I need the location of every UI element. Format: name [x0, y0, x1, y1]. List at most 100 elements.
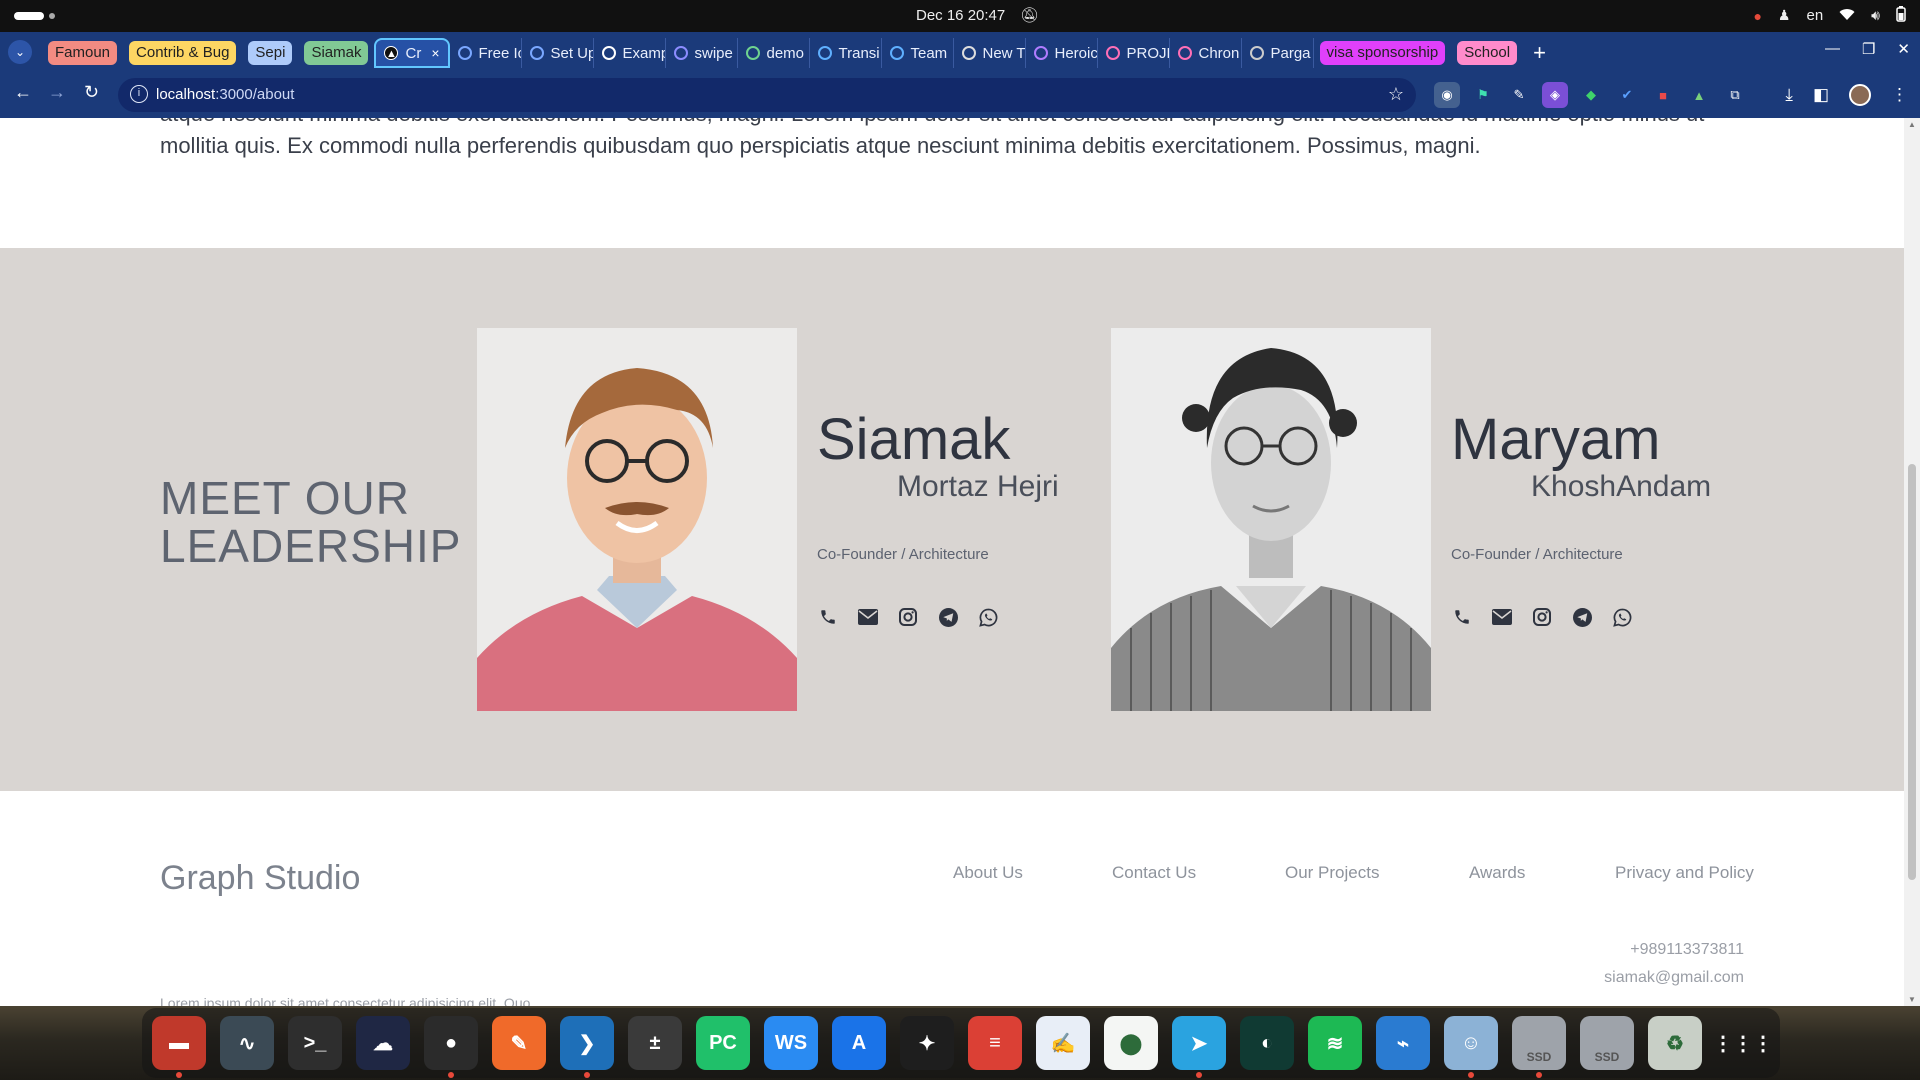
app-grid-icon[interactable]: ⋮⋮⋮ — [1713, 1016, 1773, 1070]
back-button[interactable]: ← — [14, 82, 32, 103]
footer-link-projects[interactable]: Our Projects — [1285, 863, 1379, 883]
footer-link-awards[interactable]: Awards — [1469, 863, 1525, 883]
scrollbar-thumb[interactable] — [1908, 464, 1916, 880]
pycharm-icon[interactable]: PC — [696, 1016, 750, 1070]
whatsapp-icon[interactable] — [1611, 606, 1633, 628]
footer-phone[interactable]: +989113373811 — [1630, 941, 1744, 959]
system-tray[interactable]: ● ♟ en 🔊︎ — [1753, 6, 1906, 25]
app-store-icon[interactable]: A — [832, 1016, 886, 1070]
chrome-menu-icon[interactable]: ⋮ — [1891, 85, 1908, 105]
footer-link-contact[interactable]: Contact Us — [1112, 863, 1196, 883]
maximize-button[interactable]: ❐ — [1862, 40, 1875, 58]
browser-tab[interactable]: Parga — [1242, 38, 1314, 68]
keyboard-language[interactable]: en — [1806, 7, 1823, 24]
tab-group-end-1[interactable]: School — [1457, 41, 1518, 65]
telegram-icon[interactable] — [937, 606, 959, 628]
browser-tab[interactable]: Heroic — [1026, 38, 1098, 68]
close-tab-icon[interactable]: × — [431, 45, 439, 61]
telegram-icon[interactable] — [1571, 606, 1593, 628]
system-clock[interactable]: Dec 16 20:47 — [916, 7, 1005, 24]
scroll-down-arrow[interactable]: ▼ — [1908, 995, 1916, 1004]
phone-icon[interactable] — [817, 606, 839, 628]
tab-group-0[interactable]: Famoun — [48, 41, 118, 65]
instagram-icon[interactable] — [897, 606, 919, 628]
telegram-icon[interactable]: ➤ — [1172, 1016, 1226, 1078]
shield-extension-icon[interactable]: ◈ — [1542, 82, 1568, 108]
monitor-app-icon[interactable]: ⌁ — [1376, 1016, 1430, 1070]
calculator-icon[interactable]: ± — [628, 1016, 682, 1070]
tab-group-end-0[interactable]: visa sponsorship — [1319, 41, 1446, 65]
footer-email[interactable]: siamak@gmail.com — [1604, 969, 1744, 987]
side-panel-icon[interactable]: ◧ — [1813, 85, 1829, 105]
address-bar[interactable]: i localhost:3000/about ☆ — [118, 78, 1416, 112]
instagram-icon[interactable] — [1531, 606, 1553, 628]
browser-tab[interactable]: swipe — [666, 38, 738, 68]
tab-group-2[interactable]: Sepi — [248, 41, 293, 65]
whatsapp-icon[interactable] — [977, 606, 999, 628]
footer-brand[interactable]: Graph Studio — [160, 859, 360, 898]
todoist-icon[interactable]: ≡ — [968, 1016, 1022, 1070]
text-editor-icon[interactable]: ✍ — [1036, 1016, 1090, 1070]
scroll-up-arrow[interactable]: ▲ — [1908, 120, 1916, 129]
anime-app-icon[interactable]: ☺ — [1444, 1016, 1498, 1078]
mongodb-icon[interactable]: ⬤ — [1104, 1016, 1158, 1070]
bookmark-star-icon[interactable]: ☆ — [1388, 84, 1404, 105]
page-scrollbar[interactable]: ▲ ▼ — [1904, 118, 1920, 1006]
footer-link-privacy[interactable]: Privacy and Policy — [1615, 863, 1754, 883]
browser-tab[interactable]: New T — [954, 38, 1026, 68]
activities-button[interactable] — [14, 12, 44, 20]
figma-icon[interactable]: ✦ — [900, 1016, 954, 1070]
tray-app-icon[interactable]: ♟ — [1778, 7, 1791, 24]
browser-tab[interactable]: Set Up — [522, 38, 594, 68]
eyedropper-extension-icon[interactable]: ✎ — [1506, 82, 1532, 108]
browser-tab[interactable]: Chron — [1170, 38, 1242, 68]
vscode-icon[interactable]: ❯ — [560, 1016, 614, 1078]
forward-button[interactable]: → — [48, 82, 66, 103]
browser-tab[interactable]: Free Ic — [450, 38, 522, 68]
chrome-icon[interactable]: ● — [424, 1016, 478, 1078]
volume-icon[interactable]: 🔊︎ — [1871, 7, 1880, 24]
email-icon[interactable] — [857, 606, 879, 628]
files-icon[interactable]: ▬ — [152, 1016, 206, 1078]
cloud-app-icon[interactable]: ☁ — [356, 1016, 410, 1070]
system-monitor-icon[interactable]: ∿ — [220, 1016, 274, 1070]
new-tab-button[interactable]: + — [1533, 40, 1546, 66]
browser-tab[interactable]: Team — [882, 38, 954, 68]
profile-avatar[interactable] — [1849, 84, 1871, 106]
paint-app-icon[interactable]: ✎ — [492, 1016, 546, 1070]
url-text[interactable]: localhost:3000/about — [156, 86, 294, 103]
ssd-drive-1-icon[interactable]: SSD — [1512, 1016, 1566, 1078]
browser-tab[interactable]: demo — [738, 38, 810, 68]
terminal-icon[interactable]: >_ — [288, 1016, 342, 1070]
downloads-icon[interactable]: ⤓ — [1785, 85, 1793, 105]
tab-group-1[interactable]: Contrib & Bug — [129, 41, 237, 65]
spotify-icon[interactable]: ≋ — [1308, 1016, 1362, 1070]
minimize-button[interactable]: — — [1825, 40, 1840, 58]
active-tab[interactable]: ▲ Cr × — [374, 38, 450, 68]
wifi-icon[interactable] — [1839, 8, 1855, 24]
webstorm-icon[interactable]: WS — [764, 1016, 818, 1070]
pin-extension-icon[interactable]: ⚑ — [1470, 82, 1496, 108]
browser-tab[interactable]: PROJE — [1098, 38, 1170, 68]
extensions-puzzle-icon[interactable]: ⧉ — [1722, 82, 1748, 108]
tab-search-button[interactable]: ⌄ — [8, 40, 32, 64]
green-extension-icon[interactable]: ◆ — [1578, 82, 1604, 108]
browser-tab[interactable]: Examp — [594, 38, 666, 68]
tab-group-3[interactable]: Siamak — [304, 41, 369, 65]
ssd-drive-2-icon[interactable]: SSD — [1580, 1016, 1634, 1070]
camera-extension-icon[interactable]: ◉ — [1434, 82, 1460, 108]
check-extension-icon[interactable]: ✔ — [1614, 82, 1640, 108]
reload-button[interactable]: ↻ — [84, 82, 99, 103]
phone-icon[interactable] — [1451, 606, 1473, 628]
chart-extension-icon[interactable]: ▲ — [1686, 82, 1712, 108]
trash-icon[interactable]: ♻ — [1648, 1016, 1702, 1070]
email-icon[interactable] — [1491, 606, 1513, 628]
browser-tab[interactable]: Transi — [810, 38, 882, 68]
dbeaver-icon[interactable]: ◐ — [1240, 1016, 1294, 1070]
red-extension-icon[interactable]: ■ — [1650, 82, 1676, 108]
close-window-button[interactable]: ✕ — [1897, 40, 1910, 58]
footer-link-about[interactable]: About Us — [953, 863, 1023, 883]
site-info-icon[interactable]: i — [130, 85, 148, 103]
chrome-tray-icon[interactable]: ● — [1753, 8, 1761, 24]
battery-icon[interactable] — [1896, 6, 1906, 25]
